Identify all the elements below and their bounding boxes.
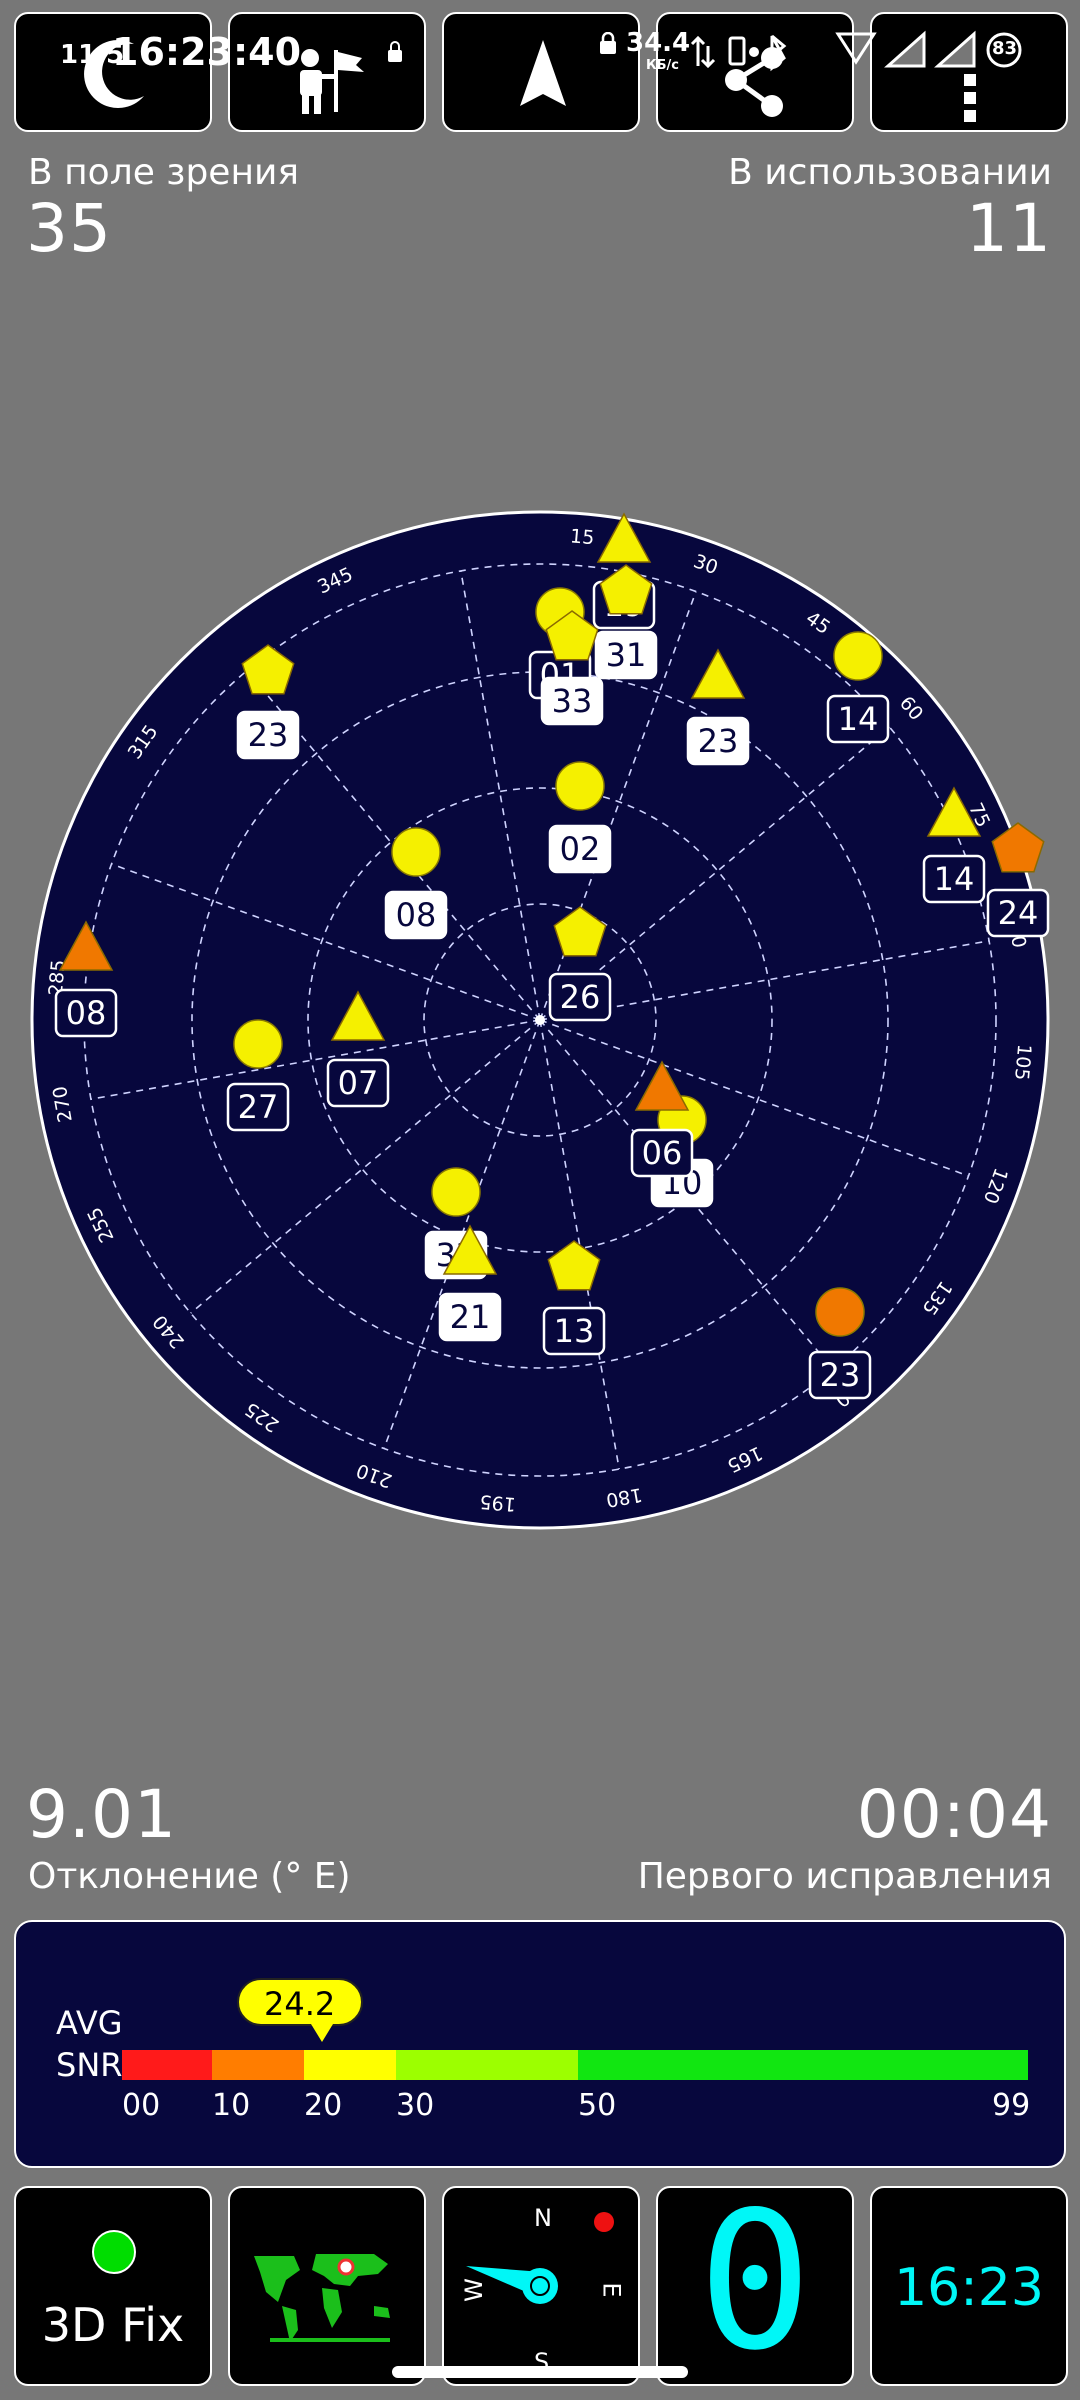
satellite-marker bbox=[233, 1019, 283, 1069]
satellite-id-label: 06 bbox=[642, 1134, 683, 1172]
satellite-marker bbox=[555, 761, 605, 811]
satellite-id-label: 08 bbox=[396, 896, 437, 934]
satellite-id-label: 13 bbox=[554, 1312, 595, 1350]
world-map-icon bbox=[250, 2248, 408, 2342]
lock-icon bbox=[600, 32, 616, 54]
snr-segment bbox=[304, 2050, 396, 2080]
snr-segment bbox=[122, 2050, 212, 2080]
satellite-marker bbox=[815, 1287, 865, 1337]
net-speed-unit: КБ/с bbox=[646, 58, 679, 73]
signal-icons bbox=[690, 30, 1022, 72]
in-view-label: В поле зрения bbox=[28, 152, 300, 193]
home-indicator[interactable] bbox=[392, 2366, 688, 2378]
snr-tick-label: 99 bbox=[992, 2088, 1031, 2123]
radar-azimuth-label: 105 bbox=[1010, 1043, 1035, 1081]
satellite-id-label: 24 bbox=[998, 894, 1039, 932]
compass-tile[interactable]: N E S W bbox=[442, 2186, 640, 2386]
satellite-id-label: 26 bbox=[560, 978, 601, 1016]
sky-view-radar: 2853153451530456075901051201351501651801… bbox=[30, 510, 1050, 1530]
satellite-id-label: 31 bbox=[606, 636, 647, 674]
navigation-tile[interactable] bbox=[442, 12, 640, 132]
satellite-id-label: 23 bbox=[698, 722, 739, 760]
speed-tile[interactable]: 0 bbox=[656, 2186, 854, 2386]
compass-needle-icon bbox=[466, 2212, 614, 2304]
satellite-id-label: 33 bbox=[552, 682, 593, 720]
snr-value: 24.2 bbox=[264, 1985, 336, 2023]
radar-center bbox=[535, 1015, 545, 1025]
satellite-id-label: 23 bbox=[248, 716, 289, 754]
snr-tick-label: 50 bbox=[578, 2088, 617, 2123]
status-time: 16:23:40 bbox=[112, 30, 302, 74]
in-use-label: В использовании bbox=[728, 152, 1052, 193]
snr-tick-label: 30 bbox=[396, 2088, 435, 2123]
ttff-label: Первого исправления bbox=[637, 1856, 1052, 1897]
radar-azimuth-label: 15 bbox=[569, 525, 595, 549]
snr-avg-label: AVG bbox=[56, 2004, 123, 2042]
snr-segment bbox=[396, 2050, 578, 2080]
radar-azimuth-label: 195 bbox=[479, 1490, 517, 1515]
clock-value: 16:23 bbox=[894, 2258, 1044, 2318]
declination-label: Отклонение (° E) bbox=[28, 1856, 351, 1897]
snr-value-bubble: 24.2 bbox=[236, 1978, 363, 2026]
satellite-marker bbox=[391, 827, 441, 877]
fix-indicator-dot bbox=[92, 2230, 136, 2274]
snr-label: SNR bbox=[56, 2046, 123, 2084]
snr-panel: AVG SNR 00 10 20 30 50 99 24.2 bbox=[14, 1920, 1066, 2168]
satellite-id-label: 27 bbox=[238, 1088, 279, 1126]
speed-value: 0 bbox=[697, 2186, 813, 2386]
satellite-id-label: 14 bbox=[838, 700, 879, 738]
fix-label: 3D Fix bbox=[41, 2298, 185, 2352]
satellite-id-label: 02 bbox=[560, 830, 601, 868]
satellite-id-label: 08 bbox=[66, 994, 107, 1032]
snr-pointer bbox=[310, 2024, 333, 2042]
net-speed: 34.4 bbox=[626, 28, 691, 58]
snr-tick-label: 20 bbox=[304, 2088, 343, 2123]
clock-tile[interactable]: 16:23 bbox=[870, 2186, 1068, 2386]
satellite-id-label: 07 bbox=[338, 1064, 379, 1102]
fix-status-tile[interactable]: 3D Fix bbox=[14, 2186, 212, 2386]
snr-segment bbox=[578, 2050, 1028, 2080]
satellite-marker bbox=[833, 631, 883, 681]
snr-tick-label: 10 bbox=[212, 2088, 251, 2123]
ttff-value: 00:04 bbox=[856, 1776, 1052, 1853]
snr-tick-label: 00 bbox=[122, 2088, 161, 2123]
satellite-marker bbox=[431, 1167, 481, 1217]
satellite-id-label: 14 bbox=[934, 860, 975, 898]
satellite-id-label: 21 bbox=[450, 1298, 491, 1336]
declination-value: 9.01 bbox=[26, 1776, 177, 1853]
satellite-id-label: 23 bbox=[820, 1356, 861, 1394]
world-map-tile[interactable] bbox=[228, 2186, 426, 2386]
in-use-value: 11 bbox=[966, 190, 1052, 267]
in-view-value: 35 bbox=[26, 190, 112, 267]
battery-level: 83 bbox=[992, 38, 1018, 59]
snr-segment bbox=[212, 2050, 304, 2080]
